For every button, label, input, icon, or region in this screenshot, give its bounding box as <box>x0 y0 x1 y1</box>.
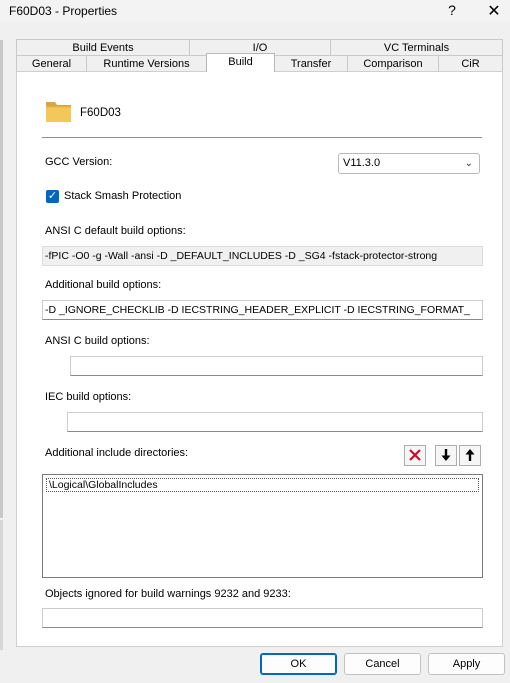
ansi-build-label: ANSI C build options: <box>45 335 150 347</box>
additional-build-field[interactable]: -D _IGNORE_CHECKLIB -D IECSTRING_HEADER_… <box>42 300 483 320</box>
help-button[interactable]: ? <box>444 2 460 18</box>
title-bar: F60D03 - Properties ? ✕ <box>0 0 510 22</box>
ignored-objects-field[interactable] <box>42 608 483 628</box>
ansi-default-label: ANSI C default build options: <box>45 225 186 237</box>
tab-transfer[interactable]: Transfer <box>274 55 348 72</box>
tab-build-events[interactable]: Build Events <box>16 39 190 56</box>
tab-vc-terminals[interactable]: VC Terminals <box>330 39 503 56</box>
gcc-version-label: GCC Version: <box>45 156 113 168</box>
delete-x-icon <box>409 449 421 461</box>
tab-build[interactable]: Build <box>206 53 275 72</box>
folder-icon <box>46 102 71 122</box>
arrow-down-icon <box>441 449 451 461</box>
arrow-up-icon <box>465 449 475 461</box>
include-dirs-label: Additional include directories: <box>45 447 189 459</box>
iec-build-label: IEC build options: <box>45 391 132 403</box>
tab-general[interactable]: General <box>16 55 87 72</box>
stack-smash-checkbox[interactable]: ✓ <box>46 190 59 203</box>
ok-button[interactable]: OK <box>260 653 337 675</box>
tab-comparison[interactable]: Comparison <box>347 55 439 72</box>
gcc-version-value: V11.3.0 <box>343 157 381 169</box>
tab-cir[interactable]: CiR <box>438 55 503 72</box>
cancel-button[interactable]: Cancel <box>344 653 421 675</box>
object-name: F60D03 <box>80 107 121 119</box>
stack-smash-label: Stack Smash Protection <box>64 190 182 202</box>
apply-button[interactable]: Apply <box>428 653 505 675</box>
ansi-default-field[interactable]: -fPIC -O0 -g -Wall -ansi -D _DEFAULT_INC… <box>42 246 483 266</box>
chevron-down-icon: ⌄ <box>464 158 473 169</box>
delete-include-button[interactable] <box>404 445 426 466</box>
list-item[interactable]: \Logical\GlobalIncludes <box>46 478 479 492</box>
move-up-button[interactable] <box>459 445 481 466</box>
ansi-build-field[interactable] <box>70 356 483 376</box>
header-divider <box>42 137 482 138</box>
ignored-objects-label: Objects ignored for build warnings 9232 … <box>45 588 291 600</box>
window-title: F60D03 - Properties <box>9 4 118 18</box>
gcc-version-select[interactable]: V11.3.0 ⌄ <box>338 153 480 174</box>
iec-build-field[interactable] <box>67 412 483 432</box>
tab-runtime-versions[interactable]: Runtime Versions <box>86 55 207 72</box>
background-window-edge <box>0 40 3 518</box>
include-dirs-list[interactable]: \Logical\GlobalIncludes <box>42 474 483 578</box>
background-window-edge <box>0 520 3 650</box>
move-down-button[interactable] <box>435 445 457 466</box>
additional-build-label: Additional build options: <box>45 279 162 291</box>
close-button[interactable]: ✕ <box>484 1 504 21</box>
